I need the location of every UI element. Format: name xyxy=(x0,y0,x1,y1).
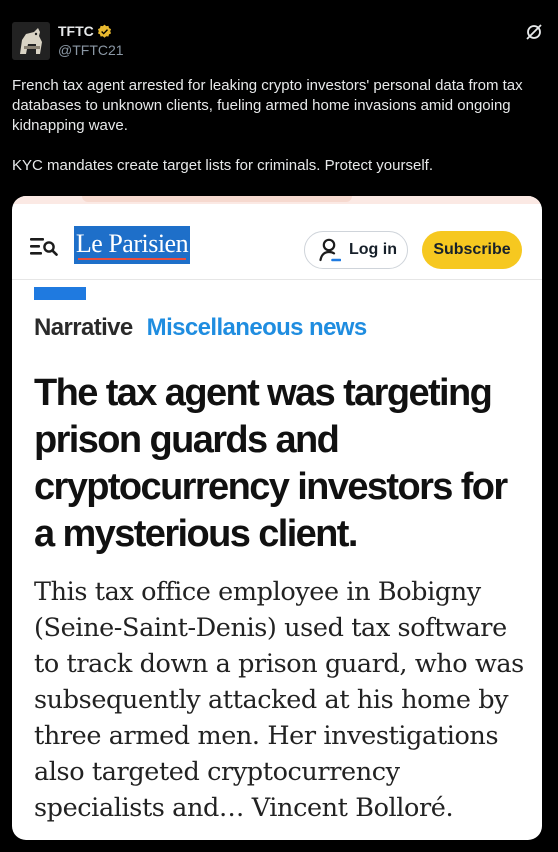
subscribe-button[interactable]: Subscribe xyxy=(422,231,522,269)
article-headline: The tax agent was targeting prison guard… xyxy=(34,372,508,555)
horse-avatar-image xyxy=(12,22,50,60)
verified-badge-icon xyxy=(97,24,111,38)
login-button[interactable]: Log in xyxy=(304,231,408,269)
menu-search-icon[interactable] xyxy=(30,235,58,259)
grok-slash-icon[interactable] xyxy=(524,22,544,42)
post-text-paragraph-2: KYC mandates create target lists for cri… xyxy=(12,157,433,174)
post-header: TFTC @TFTC21 xyxy=(12,18,546,60)
category-label[interactable]: Narrative xyxy=(34,314,133,341)
subcategory-label[interactable]: Miscellaneous news xyxy=(147,314,368,341)
post-text-paragraph-1: French tax agent arrested for leaking cr… xyxy=(12,77,523,134)
author-avatar[interactable] xyxy=(12,22,50,60)
post-text: French tax agent arrested for leaking cr… xyxy=(12,76,542,176)
article-kicker: Narrative Miscellaneous news xyxy=(34,314,367,342)
login-label: Log in xyxy=(349,241,397,258)
author-name[interactable]: TFTC xyxy=(58,23,112,39)
post-media-image[interactable]: Le Parisien Log in Subscribe Narrative Mi… xyxy=(12,196,542,840)
author-handle[interactable]: @TFTC21 xyxy=(58,42,124,58)
article-lede: This tax office employee in Bobigny (Sei… xyxy=(34,577,524,823)
site-logo[interactable]: Le Parisien xyxy=(74,226,190,264)
user-icon xyxy=(319,238,341,262)
top-banner-pill xyxy=(82,196,352,202)
accent-bar xyxy=(34,287,86,300)
author-name-text: TFTC xyxy=(58,23,94,39)
site-header: Le Parisien Log in Subscribe xyxy=(12,204,542,280)
